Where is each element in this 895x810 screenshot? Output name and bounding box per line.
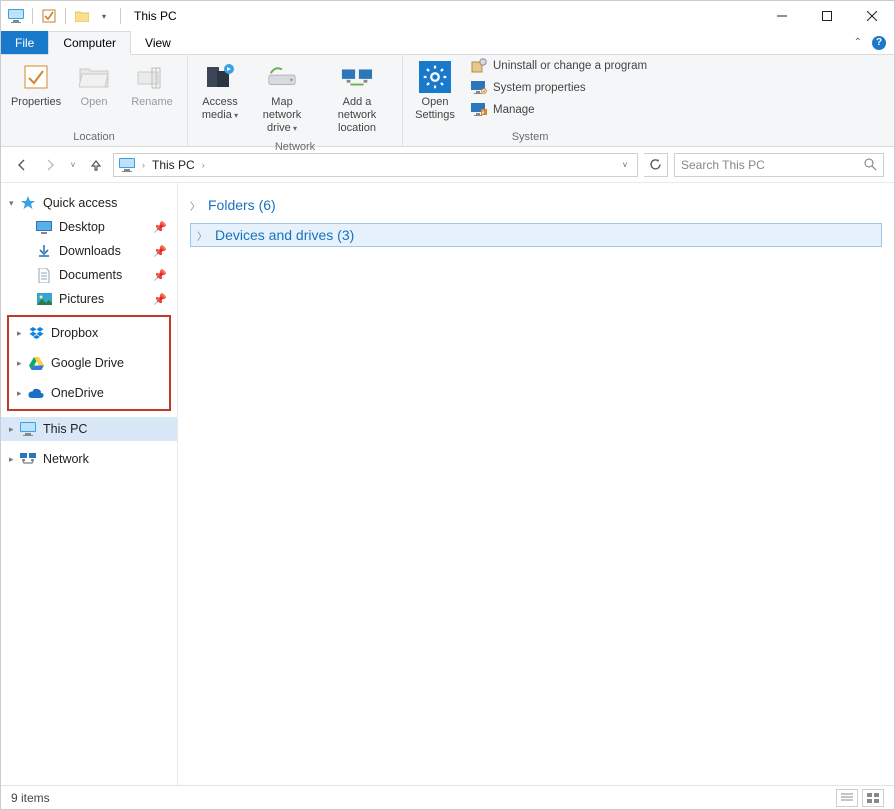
qat-newfolder-icon[interactable] [73, 7, 91, 25]
open-folder-icon [78, 61, 110, 93]
help-icon[interactable]: ? [872, 36, 886, 50]
group-folders[interactable]: 〉 Folders (6) [190, 193, 882, 217]
open-button[interactable]: Open [65, 57, 123, 113]
manage-icon [471, 102, 487, 118]
nav-dropbox[interactable]: ▸ Dropbox [9, 321, 169, 345]
chevron-right-icon[interactable]: ▸ [17, 328, 27, 339]
nav-google-drive[interactable]: ▸ Google Drive [9, 351, 169, 375]
ribbon-collapse-icon[interactable]: ⌃ [854, 37, 862, 48]
nav-this-pc[interactable]: ▸ This PC [1, 417, 177, 441]
chevron-right-icon[interactable]: ▸ [17, 358, 27, 369]
address-bar[interactable]: › This PC › v [113, 153, 638, 177]
chevron-right-icon[interactable]: ▸ [17, 388, 27, 399]
recent-locations-button[interactable]: v [67, 154, 79, 176]
nav-quick-access[interactable]: ▾ Quick access [1, 191, 177, 215]
rename-icon [136, 61, 168, 93]
network-icon [19, 451, 37, 467]
settings-gear-icon [419, 61, 451, 93]
rename-button[interactable]: Rename [123, 57, 181, 113]
address-dropdown-icon[interactable]: v [619, 160, 631, 169]
pin-icon: 📌 [153, 269, 167, 282]
address-bar-row: v › This PC › v Search This PC [1, 147, 894, 183]
ribbon-group-label: System [409, 129, 651, 146]
chevron-right-icon[interactable]: ▸ [9, 454, 19, 465]
ribbon-group-location: Properties Open Rename Location [1, 55, 188, 146]
up-button[interactable] [85, 154, 107, 176]
system-properties-icon [471, 80, 487, 96]
titlebar: ▾ This PC [1, 1, 894, 31]
search-placeholder: Search This PC [681, 158, 765, 172]
ribbon-group-label: Location [7, 129, 181, 146]
desktop-icon [35, 219, 53, 235]
app-icon [7, 7, 25, 25]
map-drive-icon [266, 61, 298, 93]
maximize-button[interactable] [804, 1, 849, 31]
breadcrumb-sep-icon[interactable]: › [140, 160, 147, 170]
tab-computer[interactable]: Computer [48, 31, 131, 55]
system-properties-button[interactable]: System properties [467, 79, 651, 97]
ribbon-group-system: Open Settings Uninstall or change a prog… [403, 55, 657, 146]
close-button[interactable] [849, 1, 894, 31]
chevron-right-icon[interactable]: ▸ [9, 424, 19, 435]
documents-icon [35, 267, 53, 283]
qat-properties-icon[interactable] [40, 7, 58, 25]
pin-icon: 📌 [153, 293, 167, 306]
properties-icon [20, 61, 52, 93]
qat-dropdown-icon[interactable]: ▾ [95, 7, 113, 25]
ribbon-group-network: Access media Map network drive Add a net… [188, 55, 403, 146]
uninstall-icon [471, 58, 487, 74]
navigation-pane: ▾ Quick access Desktop 📌 Downloads 📌 Doc… [1, 183, 178, 785]
dropbox-icon [27, 325, 45, 341]
ribbon: Properties Open Rename Location [1, 55, 894, 147]
refresh-button[interactable] [644, 153, 668, 177]
pictures-icon [35, 291, 53, 307]
chevron-right-icon[interactable]: 〉 [190, 198, 200, 213]
window-title: This PC [134, 9, 177, 23]
chevron-right-icon[interactable]: 〉 [197, 228, 207, 243]
nav-desktop[interactable]: Desktop 📌 [1, 215, 177, 239]
nav-documents[interactable]: Documents 📌 [1, 263, 177, 287]
properties-button[interactable]: Properties [7, 57, 65, 113]
breadcrumb-sep-icon[interactable]: › [200, 160, 207, 170]
map-drive-button[interactable]: Map network drive [246, 57, 318, 139]
main-area: ▾ Quick access Desktop 📌 Downloads 📌 Doc… [1, 183, 894, 785]
google-drive-icon [27, 355, 45, 371]
forward-button[interactable] [39, 154, 61, 176]
nav-downloads[interactable]: Downloads 📌 [1, 239, 177, 263]
tab-view[interactable]: View [131, 31, 185, 54]
tab-file[interactable]: File [1, 31, 48, 54]
search-icon [864, 158, 877, 171]
back-button[interactable] [11, 154, 33, 176]
breadcrumb-current[interactable]: This PC [149, 158, 198, 172]
add-location-button[interactable]: Add a network location [318, 57, 396, 139]
uninstall-program-button[interactable]: Uninstall or change a program [467, 57, 651, 75]
status-bar: 9 items [1, 785, 894, 809]
cloud-providers-highlight: ▸ Dropbox ▸ Google Drive ▸ OneDrive [7, 315, 171, 411]
downloads-icon [35, 243, 53, 259]
minimize-button[interactable] [759, 1, 804, 31]
quick-access-icon [19, 195, 37, 211]
access-media-button[interactable]: Access media [194, 57, 246, 126]
status-item-count: 9 items [11, 791, 50, 805]
address-icon [118, 156, 136, 174]
view-details-button[interactable] [836, 789, 858, 807]
content-pane: 〉 Folders (6) 〉 Devices and drives (3) [178, 183, 894, 785]
group-devices[interactable]: 〉 Devices and drives (3) [190, 223, 882, 247]
nav-onedrive[interactable]: ▸ OneDrive [9, 381, 169, 405]
manage-button[interactable]: Manage [467, 101, 651, 119]
open-settings-button[interactable]: Open Settings [409, 57, 461, 126]
nav-network[interactable]: ▸ Network [1, 447, 177, 471]
access-media-icon [204, 61, 236, 93]
search-input[interactable]: Search This PC [674, 153, 884, 177]
view-icons-button[interactable] [862, 789, 884, 807]
this-pc-icon [19, 421, 37, 437]
add-location-icon [341, 61, 373, 93]
pin-icon: 📌 [153, 245, 167, 258]
pin-icon: 📌 [153, 221, 167, 234]
chevron-down-icon[interactable]: ▾ [9, 198, 19, 209]
nav-pictures[interactable]: Pictures 📌 [1, 287, 177, 311]
ribbon-tabs: File Computer View ⌃ ? [1, 31, 894, 55]
onedrive-icon [27, 385, 45, 401]
